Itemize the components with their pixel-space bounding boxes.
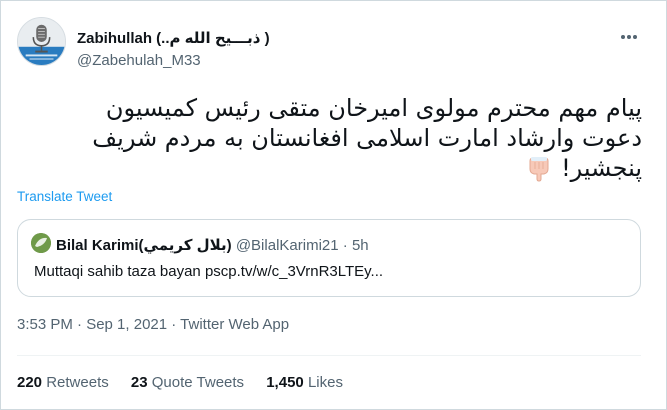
quote-tweets-label: Quote Tweets (151, 374, 245, 391)
quoted-author-avatar[interactable] (31, 233, 51, 253)
tweet-text: پیام مهم محترم مولوی امیرخان متقی رئیس ک… (42, 93, 642, 183)
quoted-timestamp: 5h (351, 237, 369, 254)
quoted-author-name: Bilal Karimi(بلال كريمي) (56, 237, 232, 254)
quoted-text: Muttaqi sahib taza bayan pscp.tv/w/c_3Vr… (34, 263, 384, 280)
author-name[interactable]: Zabihullah (..ذبـــیح الله م ) (77, 29, 270, 47)
quoted-header: Bilal Karimi(بلال كريمي) @BilalKarimi21 … (56, 236, 369, 254)
meta-separator: · (167, 316, 181, 333)
microphone-icon (18, 18, 65, 65)
quoted-tweet[interactable]: Bilal Karimi(بلال كريمي) @BilalKarimi21 … (17, 219, 641, 297)
likes-stat[interactable]: 1,450 Likes (266, 374, 343, 391)
retweets-stat[interactable]: 220 Retweets (17, 374, 113, 391)
quoted-author-handle: @BilalKarimi21 (235, 237, 339, 254)
author-avatar[interactable] (17, 17, 66, 66)
tweet-card: Zabihullah (..ذبـــیح الله م ) @Zabehula… (0, 0, 667, 410)
retweets-count: 220 (17, 374, 43, 391)
engagement-stats: 220 Retweets 23 Quote Tweets 1,450 Likes (17, 374, 361, 391)
translate-tweet-link[interactable]: Translate Tweet (17, 189, 112, 204)
tweet-source[interactable]: Twitter Web App (180, 316, 289, 333)
quoted-separator: · (342, 237, 348, 254)
tweet-text-line: پنجشیر! (42, 153, 642, 183)
likes-count: 1,450 (266, 374, 304, 391)
tweet-text-line-part: پنجشیر! (561, 154, 642, 182)
quote-tweets-stat[interactable]: 23 Quote Tweets (131, 374, 248, 391)
likes-label: Likes (307, 374, 343, 391)
retweets-label: Retweets (46, 374, 109, 391)
quote-tweets-count: 23 (130, 374, 148, 391)
backhand-index-pointing-down-icon (529, 157, 549, 182)
tweet-timestamp[interactable]: 3:53 PM · Sep 1, 2021 (17, 316, 167, 333)
author-handle[interactable]: @Zabehulah_M33 (77, 52, 201, 69)
tweet-text-line: پیام مهم محترم مولوی امیرخان متقی رئیس ک… (105, 94, 642, 122)
leaf-icon (31, 233, 51, 253)
divider (17, 355, 641, 356)
tweet-meta: 3:53 PM · Sep 1, 2021 · Twitter Web App (17, 316, 289, 333)
tweet-text-line: دعوت وارشاد امارت اسلامی افغانستان به مر… (92, 124, 642, 152)
more-options-icon[interactable] (615, 25, 643, 49)
